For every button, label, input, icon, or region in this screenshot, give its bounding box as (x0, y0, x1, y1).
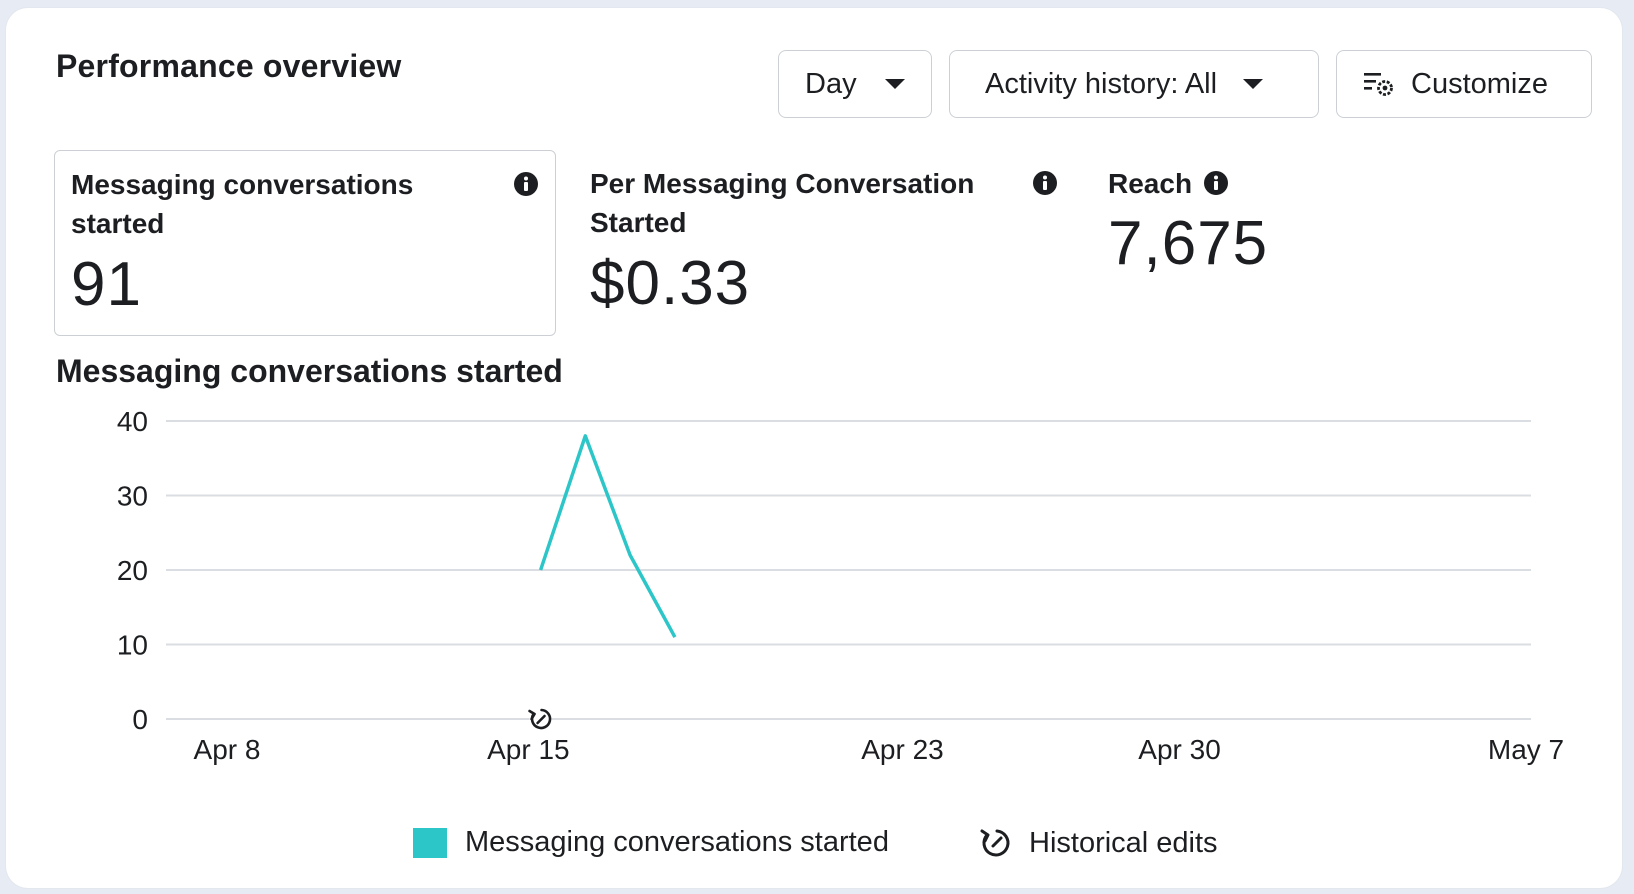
chart-title: Messaging conversations started (56, 353, 563, 389)
historical-edit-marker[interactable] (528, 708, 552, 730)
metric-value: $0.33 (590, 249, 751, 318)
caret-down-icon (1243, 79, 1264, 89)
activity-history-dropdown[interactable]: Activity history: All (949, 50, 1319, 118)
x-tick-label: May 7 (1488, 734, 1564, 765)
legend-label: Messaging conversations started (465, 826, 889, 858)
legend-item-series[interactable]: Messaging conversations started (413, 826, 889, 859)
y-tick-label: 40 (117, 408, 148, 437)
info-icon[interactable] (513, 171, 539, 197)
y-tick-label: 30 (117, 481, 148, 512)
legend-label: Historical edits (1029, 826, 1218, 859)
x-tick-label: Apr 23 (861, 734, 944, 765)
metric-label: Reach (1108, 168, 1193, 199)
x-tick-label: Apr 30 (1138, 734, 1221, 765)
x-tick-label: Apr 15 (487, 734, 570, 765)
metric-value: 91 (71, 250, 142, 319)
customize-label: Customize (1411, 67, 1548, 100)
legend-swatch (413, 827, 447, 858)
activity-history-label: Activity history: All (985, 67, 1218, 100)
info-icon[interactable] (1032, 170, 1058, 196)
performance-card: Performance overview Day Activity histor… (6, 8, 1622, 888)
info-icon[interactable] (1203, 170, 1229, 196)
y-tick-label: 0 (132, 704, 148, 735)
customize-button[interactable]: Customize (1336, 50, 1592, 118)
metric-card-cost-per-conversation[interactable]: Per Messaging Conversation Started $0.33 (588, 150, 1068, 336)
series-line (538, 434, 677, 638)
customize-settings-icon (1364, 73, 1393, 96)
y-tick-label: 20 (117, 555, 148, 586)
y-tick-label: 10 (117, 630, 148, 661)
metric-card-conversations[interactable]: Messaging conversations started 91 (54, 150, 556, 336)
metric-card-reach[interactable]: Reach 7,675 (1108, 150, 1408, 336)
legend-item-historical-edits[interactable]: Historical edits (979, 826, 1218, 860)
period-dropdown-label: Day (805, 67, 857, 100)
metric-value: 7,675 (1108, 209, 1269, 278)
x-tick-label: Apr 8 (194, 734, 261, 765)
caret-down-icon (884, 79, 905, 89)
metric-label: Per Messaging Conversation Started (590, 168, 975, 238)
metric-label: Messaging conversations started (71, 169, 414, 239)
historical-edits-icon (980, 829, 1010, 857)
period-dropdown[interactable]: Day (778, 50, 932, 118)
line-chart: 0 10 20 30 40 Apr 8 Apr 15 Apr 23 Apr 30 May 7 (117, 408, 1564, 765)
page-title: Performance overview (56, 48, 402, 84)
